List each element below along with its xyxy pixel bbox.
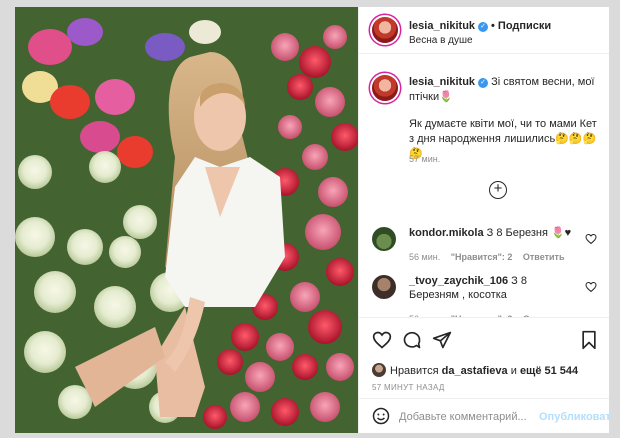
comment-username[interactable]: kondor.mikola bbox=[409, 227, 484, 239]
likes-joiner: и bbox=[510, 365, 517, 377]
post-sidebar: lesia_nikituk ✓ • Подписки Весна в душе les… bbox=[358, 7, 609, 433]
avatar[interactable] bbox=[372, 275, 396, 299]
separator-dot: • bbox=[491, 20, 495, 32]
post-time-ago: 57 МИНУТ НАЗАД bbox=[372, 383, 445, 392]
comment-username[interactable]: _tvoy_zaychik_106 bbox=[409, 275, 508, 287]
reply-button[interactable]: Ответить bbox=[523, 252, 565, 262]
post-photo[interactable] bbox=[15, 7, 358, 433]
likes-count[interactable]: ещё 51 544 bbox=[520, 365, 578, 377]
avatar[interactable] bbox=[372, 227, 396, 251]
comment-time: 56 мин. bbox=[409, 252, 441, 262]
post-location[interactable]: Весна в душе bbox=[409, 35, 473, 46]
smiley-icon[interactable] bbox=[372, 407, 390, 425]
caption-time: 57 мин. bbox=[409, 154, 441, 164]
avatar[interactable] bbox=[372, 17, 398, 43]
comment-text: kondor.mikola З 8 Березня 🌷♥ bbox=[409, 226, 579, 240]
header-username[interactable]: lesia_nikituk bbox=[409, 20, 475, 32]
heart-icon[interactable] bbox=[585, 281, 597, 293]
comment-text: _tvoy_zaychik_106 З 8 Березням , косотка bbox=[409, 274, 579, 302]
follow-button[interactable]: Подписки bbox=[498, 20, 551, 32]
post-header: lesia_nikituk ✓ • Подписки Весна в душе bbox=[359, 7, 609, 54]
header-user-line: lesia_nikituk ✓ • Подписки bbox=[409, 20, 551, 32]
caption-avatar[interactable] bbox=[372, 75, 398, 101]
publish-button[interactable]: Опубликовать bbox=[539, 411, 609, 423]
bookmark-icon[interactable] bbox=[580, 330, 598, 350]
likes-summary: Нравится da_astafieva и ещё 51 544 bbox=[372, 363, 578, 377]
likes-prefix: Нравится bbox=[390, 365, 439, 377]
verified-badge-icon: ✓ bbox=[478, 22, 489, 32]
comment-item: _tvoy_zaychik_106 З 8 Березням , косотка… bbox=[359, 271, 609, 324]
caption: lesia_nikituk ✓ Зі святом весни, мої птіч… bbox=[409, 75, 601, 105]
comment-body: З 8 Березня 🌷♥ bbox=[486, 227, 572, 239]
post-actions: Нравится da_astafieva и ещё 51 544 57 МИ… bbox=[359, 317, 609, 433]
paper-plane-icon[interactable] bbox=[432, 330, 452, 350]
heart-icon[interactable] bbox=[585, 233, 597, 245]
verified-badge-icon: ✓ bbox=[478, 78, 489, 88]
avatar bbox=[372, 363, 386, 377]
comment-input[interactable] bbox=[399, 408, 539, 426]
add-comment-row: Опубликовать bbox=[359, 398, 609, 433]
likes-user[interactable]: da_astafieva bbox=[442, 365, 508, 377]
comment-item: kondor.mikola З 8 Березня 🌷♥ 56 мин. "Нр… bbox=[359, 223, 609, 273]
plus-circle-icon[interactable]: + bbox=[489, 181, 507, 199]
heart-icon[interactable] bbox=[372, 330, 392, 350]
comment-meta: 56 мин. "Нравится": 2 Ответить bbox=[409, 252, 572, 262]
comment-bubble-icon[interactable] bbox=[402, 330, 422, 350]
photo-image bbox=[15, 7, 358, 433]
caption-username[interactable]: lesia_nikituk bbox=[409, 76, 475, 88]
comment-likes[interactable]: "Нравится": 2 bbox=[451, 252, 513, 262]
post-modal: lesia_nikituk ✓ • Подписки Весна в душе les… bbox=[14, 6, 610, 434]
